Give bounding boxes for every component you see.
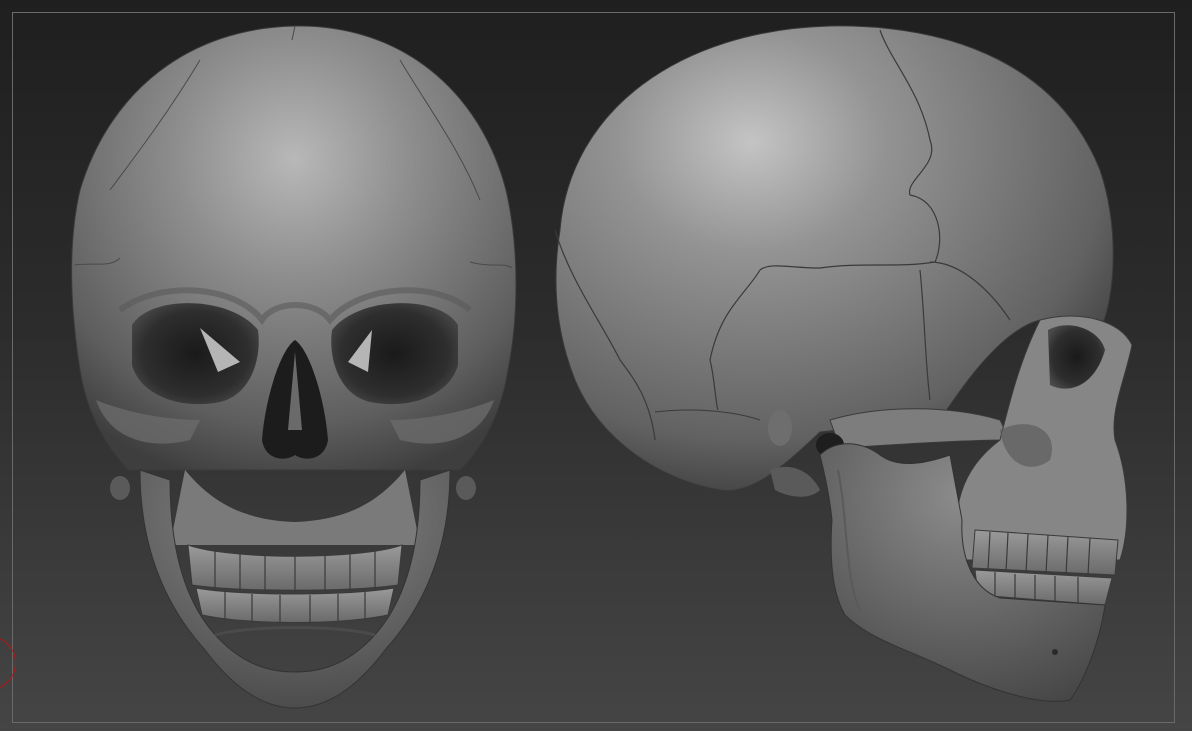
front-lower-teeth [195,587,395,623]
side-skull[interactable] [554,25,1133,702]
viewport-scene [71,25,1133,709]
front-skull[interactable] [71,25,517,709]
left-ear-process [110,476,130,500]
left-eye-socket [132,303,259,405]
side-zygomatic-arch [829,408,1011,449]
right-eye-socket [331,303,458,405]
mastoid-process [768,410,792,446]
3d-viewport[interactable] [0,0,1192,731]
front-jaw-ridge [214,626,376,637]
right-ear-process [456,476,476,500]
side-condyle [770,466,820,497]
mental-foramen [1052,649,1058,655]
front-maxilla [170,470,420,545]
